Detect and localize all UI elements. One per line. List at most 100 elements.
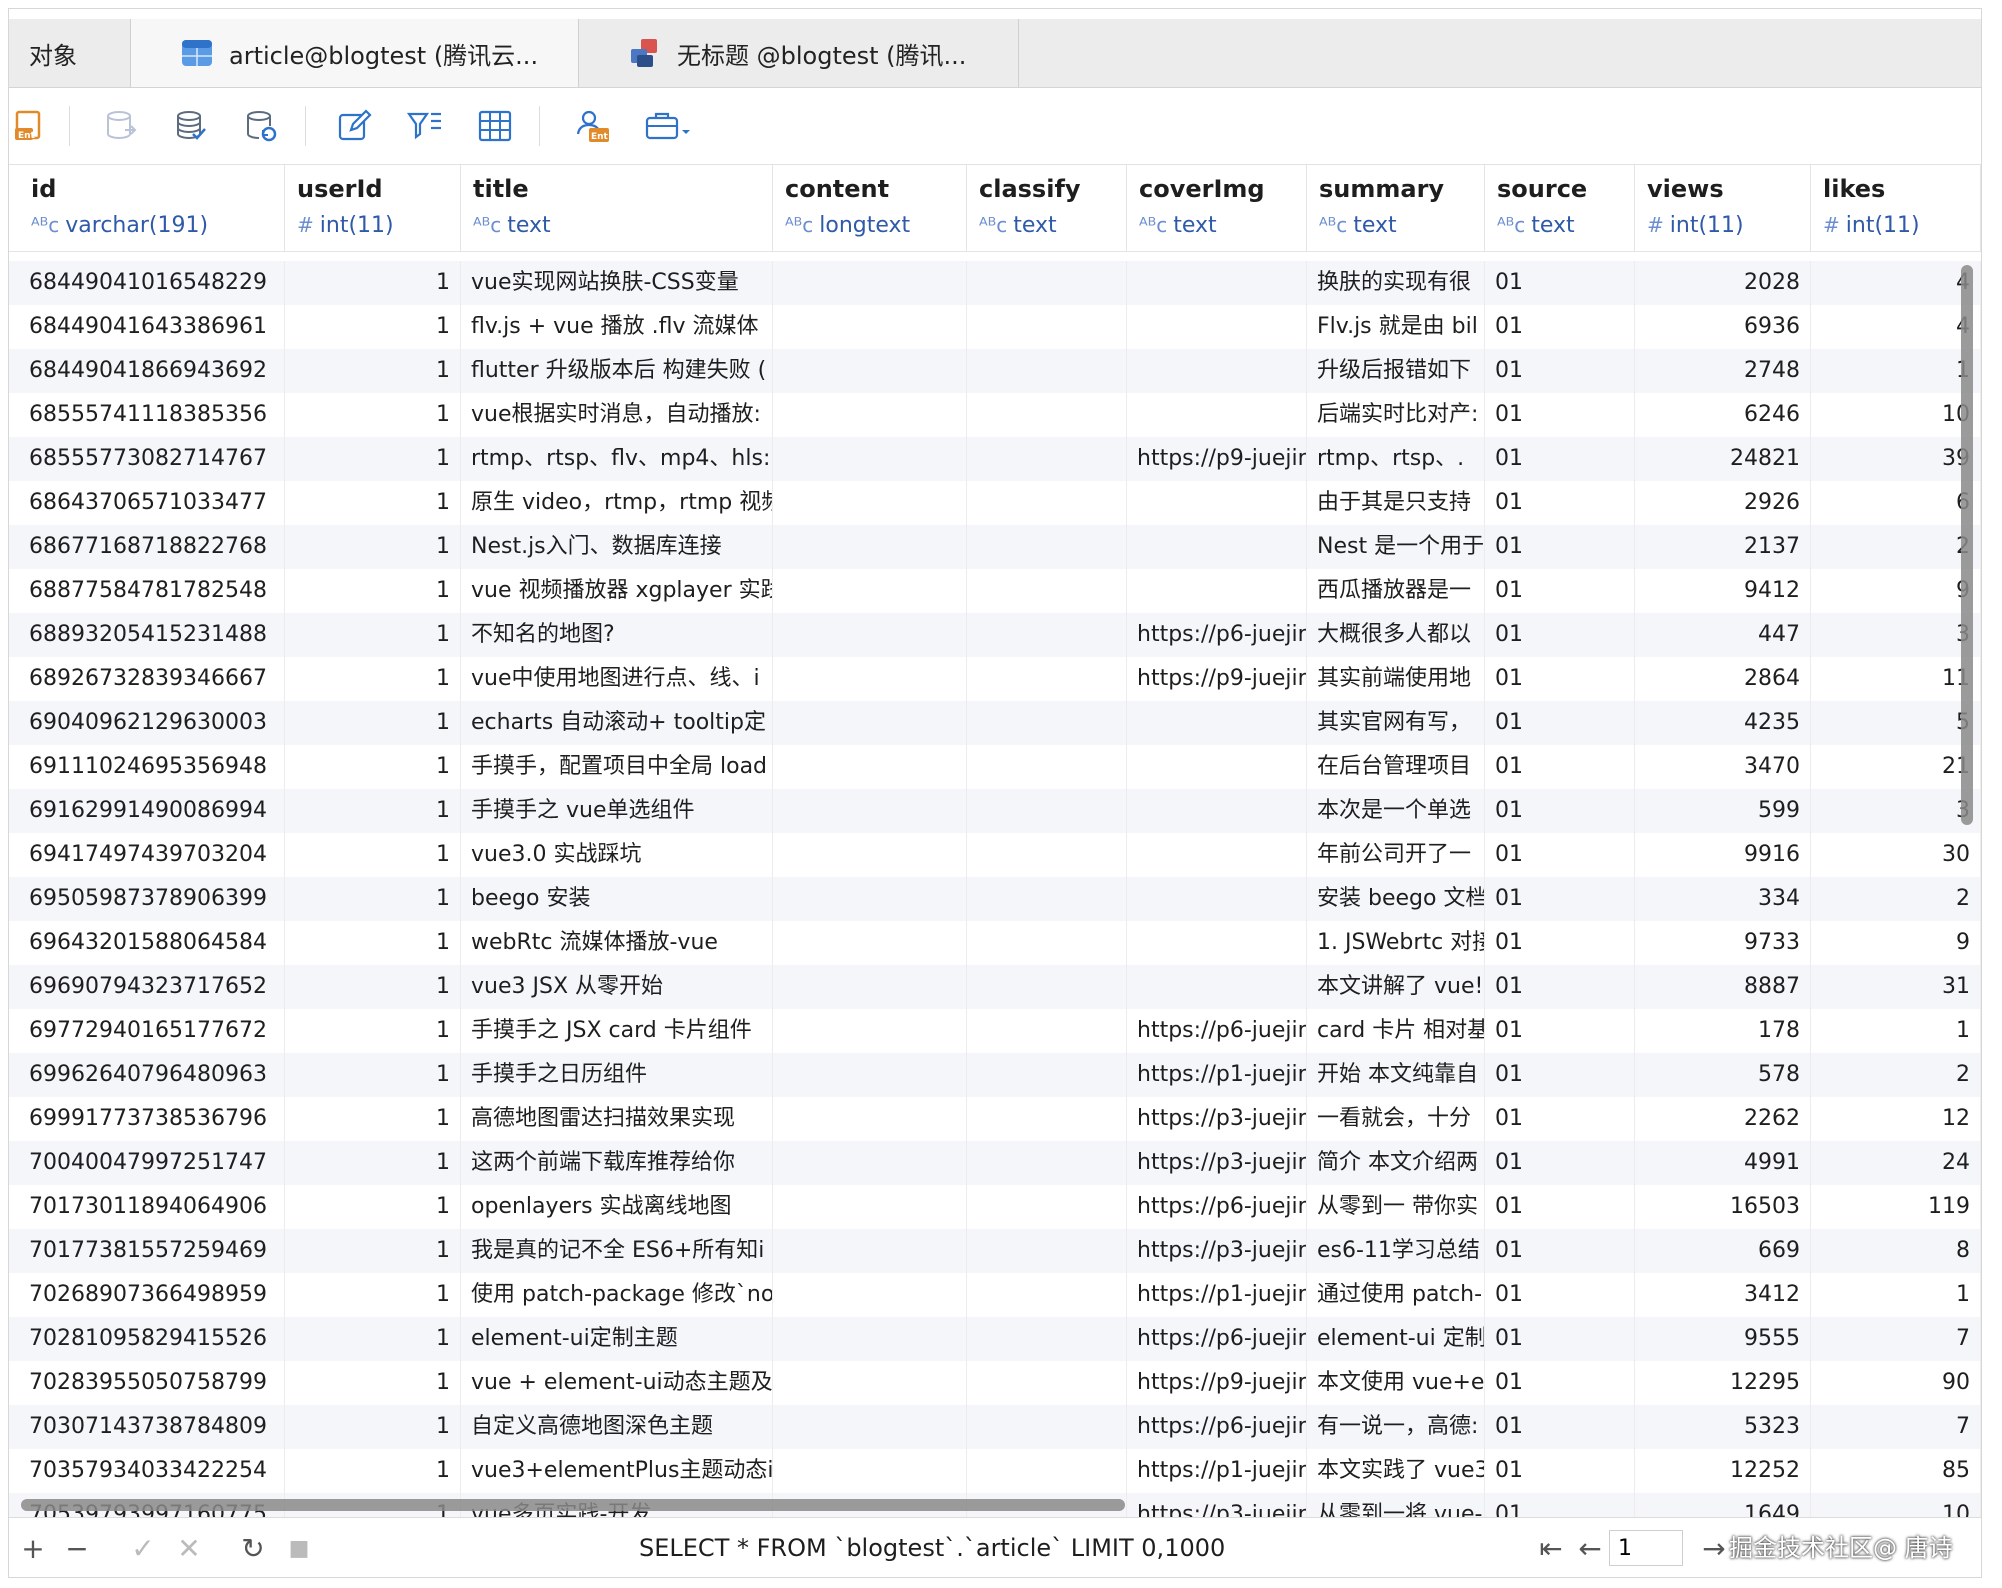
table-row[interactable]: 70283955050758799 1 vue + element-ui动态主题及 h… [9,1361,1981,1405]
cell-coverimg[interactable]: https://p6-juejin [1127,1185,1307,1229]
cell-content[interactable] [773,1141,967,1185]
cell-classify[interactable] [967,1449,1127,1493]
cell-title[interactable]: element-ui定制主题 [461,1317,773,1361]
cell-likes[interactable]: 24 [1811,1141,1981,1185]
column-header-views[interactable]: views # int(11) [1635,165,1811,251]
cell-content[interactable] [773,393,967,437]
cell-title[interactable]: 自定义高德地图深色主题 [461,1405,773,1449]
cell-title[interactable]: rtmp、rtsp、flv、mp4、hls: [461,437,773,481]
table-row[interactable]: 69643201588064584 1 webRtc 流媒体播放-vue 1. JSW… [9,921,1981,965]
cell-summary[interactable]: 其实官网有写， [1307,701,1485,745]
cell-coverimg[interactable] [1127,833,1307,877]
grid-view-icon[interactable] [473,104,517,148]
cell-id[interactable]: 68449041016548229 [19,261,285,305]
cell-content[interactable] [773,437,967,481]
cell-source[interactable]: 01 [1485,1053,1635,1097]
cell-views[interactable]: 4235 [1635,701,1811,745]
cell-content[interactable] [773,789,967,833]
cell-id[interactable]: 68449041866943692 [19,349,285,393]
cell-id[interactable]: 69505987378906399 [19,877,285,921]
cell-views[interactable]: 5323 [1635,1405,1811,1449]
horizontal-scrollbar[interactable] [21,1499,1125,1511]
table-row[interactable]: 69505987378906399 1 beego 安装 安装 beego 文档 01 3… [9,877,1981,921]
cell-content[interactable] [773,305,967,349]
cell-summary[interactable]: es6-11学习总结 [1307,1229,1485,1273]
cell-userid[interactable]: 1 [285,1141,461,1185]
cell-id[interactable]: 70307143738784809 [19,1405,285,1449]
cell-summary[interactable]: rtmp、rtsp、. [1307,437,1485,481]
cell-id[interactable]: 70281095829415526 [19,1317,285,1361]
cell-content[interactable] [773,921,967,965]
apply-changes-button[interactable]: ✓ [125,1528,161,1568]
table-row[interactable]: 70357934033422254 1 vue3+elementPlus主题动态i h… [9,1449,1981,1493]
cell-views[interactable]: 9916 [1635,833,1811,877]
cell-classify[interactable] [967,1317,1127,1361]
cell-id[interactable]: 69040962129630003 [19,701,285,745]
cell-summary[interactable]: 安装 beego 文档 [1307,877,1485,921]
table-row[interactable]: 69040962129630003 1 echarts 自动滚动+ tooltip… [9,701,1981,745]
column-header-coverimg[interactable]: coverImg ᴬᴮc text [1127,165,1307,251]
table-row[interactable]: 70040047997251747 1 这两个前端下载库推荐给你 https://p3… [9,1141,1981,1185]
cell-title[interactable]: vue实现网站换肤-CSS变量 [461,261,773,305]
cell-source[interactable]: 01 [1485,1009,1635,1053]
cell-likes[interactable]: 31 [1811,965,1981,1009]
cell-coverimg[interactable] [1127,745,1307,789]
cell-userid[interactable]: 1 [285,613,461,657]
cell-userid[interactable]: 1 [285,1361,461,1405]
cell-id[interactable]: 70173011894064906 [19,1185,285,1229]
cell-summary[interactable]: Nest 是一个用于 [1307,525,1485,569]
cell-summary[interactable]: 从零到一 带你实 [1307,1185,1485,1229]
cell-userid[interactable]: 1 [285,1185,461,1229]
cell-summary[interactable]: 本文讲解了 vue! [1307,965,1485,1009]
table-ent-icon[interactable]: Ent [9,104,53,148]
cell-views[interactable]: 669 [1635,1229,1811,1273]
discard-changes-button[interactable]: ✕ [171,1528,207,1568]
cell-userid[interactable]: 1 [285,569,461,613]
cell-classify[interactable] [967,481,1127,525]
cell-source[interactable]: 01 [1485,1317,1635,1361]
cell-summary[interactable]: 一看就会，十分 [1307,1097,1485,1141]
cell-summary[interactable]: 后端实时比对产: [1307,393,1485,437]
cell-classify[interactable] [967,393,1127,437]
cell-id[interactable]: 68555741118385356 [19,393,285,437]
cell-source[interactable]: 01 [1485,305,1635,349]
cell-userid[interactable]: 1 [285,965,461,1009]
cell-userid[interactable]: 1 [285,701,461,745]
cell-source[interactable]: 01 [1485,921,1635,965]
cell-content[interactable] [773,965,967,1009]
cell-likes[interactable]: 8 [1811,1229,1981,1273]
cell-views[interactable]: 2137 [1635,525,1811,569]
cell-id[interactable]: 68893205415231488 [19,613,285,657]
cell-userid[interactable]: 1 [285,1053,461,1097]
cell-coverimg[interactable]: https://p6-juejin [1127,1009,1307,1053]
previous-page-button[interactable]: ← [1575,1528,1605,1568]
cell-content[interactable] [773,481,967,525]
cell-classify[interactable] [967,965,1127,1009]
cell-source[interactable]: 01 [1485,1185,1635,1229]
cell-views[interactable]: 12295 [1635,1361,1811,1405]
cell-title[interactable]: 原生 video，rtmp，rtmp 视频 [461,481,773,525]
cell-classify[interactable] [967,877,1127,921]
cell-coverimg[interactable]: https://p9-juejin [1127,1361,1307,1405]
cell-title[interactable]: vue3 JSX 从零开始 [461,965,773,1009]
cell-coverimg[interactable]: https://p1-juejin [1127,1053,1307,1097]
cell-userid[interactable]: 1 [285,437,461,481]
cell-likes[interactable]: 10 [1811,393,1981,437]
cell-content[interactable] [773,701,967,745]
cell-classify[interactable] [967,525,1127,569]
cell-views[interactable]: 24821 [1635,437,1811,481]
cell-summary[interactable]: 在后台管理项目 [1307,745,1485,789]
cell-coverimg[interactable] [1127,789,1307,833]
cell-title[interactable]: 这两个前端下载库推荐给你 [461,1141,773,1185]
cell-id[interactable]: 68926732839346667 [19,657,285,701]
cell-title[interactable]: 手摸手之 vue单选组件 [461,789,773,833]
cell-userid[interactable]: 1 [285,833,461,877]
cell-summary[interactable]: 由于其是只支持 [1307,481,1485,525]
table-row[interactable]: 68877584781782548 1 vue 视频播放器 xgplayer 实践 西… [9,569,1981,613]
cell-classify[interactable] [967,701,1127,745]
cell-source[interactable]: 01 [1485,1097,1635,1141]
cell-summary[interactable]: 大概很多人都以 [1307,613,1485,657]
tab-article[interactable]: article@blogtest (腾讯云... [131,19,579,87]
cell-likes[interactable]: 3 [1811,789,1981,833]
cell-content[interactable] [773,657,967,701]
